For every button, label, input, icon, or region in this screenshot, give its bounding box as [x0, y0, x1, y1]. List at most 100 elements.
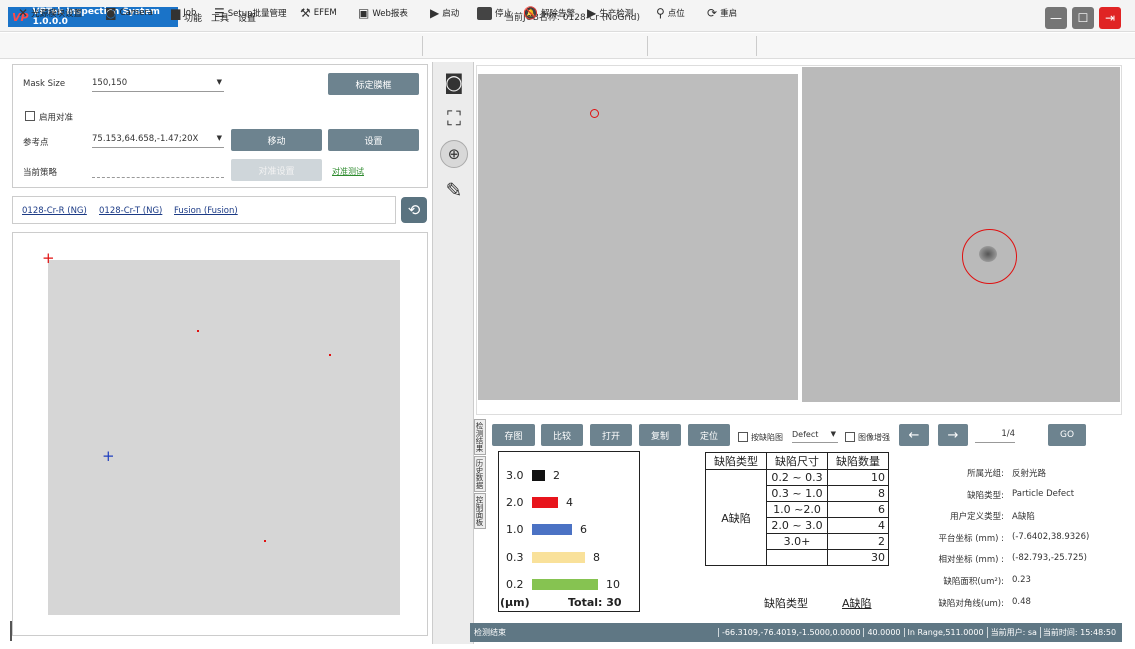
production-inspection-button[interactable]: ▶ 生产检测: [587, 4, 633, 22]
legend-count: 2: [553, 469, 560, 482]
copy-button[interactable]: 复制: [639, 424, 681, 446]
count-cell: 2: [827, 533, 889, 550]
toolbar-label: 停止: [495, 9, 513, 19]
page-input[interactable]: 1/4: [975, 429, 1015, 443]
chevron-down-icon: ▼: [216, 78, 222, 86]
arrow-right-icon: →: [947, 427, 959, 443]
toolbar-label: 启动: [442, 9, 460, 19]
web-icon: ▣: [358, 6, 370, 20]
clear-alarm-button[interactable]: 🔕 解除告警: [523, 4, 575, 22]
defect-dot[interactable]: [329, 354, 331, 356]
defect-select[interactable]: Defect ▼: [792, 430, 838, 443]
size-cell: 1.0 ~2.0: [766, 501, 828, 518]
job-link-t[interactable]: 0128-Cr-T (NG): [99, 206, 162, 216]
job-link-r[interactable]: 0128-Cr-R (NG): [22, 206, 87, 216]
move-button[interactable]: 移动: [231, 129, 322, 151]
align-test-link[interactable]: 对准测试: [332, 166, 364, 177]
legend-size: 3.0: [506, 469, 524, 482]
table-header: 缺陷数量: [827, 452, 889, 470]
toolbar-divider: [756, 36, 757, 56]
restart-icon: ⟳: [707, 6, 718, 20]
alarm-off-icon: 🔕: [523, 6, 538, 20]
panel-edge: [10, 621, 12, 641]
strategy-field[interactable]: [92, 164, 224, 178]
maximize-icon: ☐: [1077, 11, 1089, 25]
restart-button[interactable]: ⟳ 重启: [707, 4, 737, 22]
toolbar-label: 生产检测: [599, 9, 634, 19]
count-cell: 6: [827, 501, 889, 518]
reference-image[interactable]: [478, 74, 798, 400]
mask-size-value: 150,150: [92, 78, 128, 88]
status-bar: 检测结束 -66.3109,-76.4019,-1.5000,0.0000 40…: [470, 623, 1122, 642]
status-user: 当前用户: sa: [986, 627, 1040, 638]
locate-icon: ⚲: [656, 6, 665, 20]
legend-size: 0.3: [506, 551, 524, 564]
save-image-button[interactable]: 存图: [492, 424, 535, 446]
info-key: 缺陷面积(um²):: [943, 577, 1004, 587]
exit-button[interactable]: ⇥: [1099, 7, 1121, 29]
stop-icon: [477, 6, 492, 20]
defect-type-caption-label: 缺陷类型: [764, 597, 808, 610]
web-report-button[interactable]: ▣ Web报表: [358, 4, 408, 22]
tab-inspection-result[interactable]: 检测结果: [474, 419, 486, 455]
ref-point-label: 参考点: [23, 138, 49, 148]
legend-size: 2.0: [506, 496, 524, 509]
locate-point-button[interactable]: ⚲ 点位: [656, 4, 685, 22]
minimize-button[interactable]: —: [1045, 7, 1067, 29]
size-cell: [766, 549, 828, 566]
defect-image[interactable]: [802, 67, 1120, 402]
magnifier-icon: ⊕: [447, 145, 461, 163]
legend-count: 6: [580, 523, 587, 536]
legend-bar: [532, 497, 558, 508]
locate-button[interactable]: 定位: [688, 424, 730, 446]
measure-tool-button[interactable]: ✎: [440, 176, 468, 204]
enable-align-checkbox[interactable]: [25, 111, 35, 121]
enhance-checkbox[interactable]: [845, 432, 855, 442]
legend-row: 0.3 8: [506, 551, 600, 564]
refresh-button[interactable]: ⟲: [401, 197, 427, 223]
defect-dot[interactable]: [264, 540, 266, 542]
ref-point-select[interactable]: 75.153,64.658,-1.47;20X ▼: [92, 134, 224, 148]
prev-button[interactable]: ←: [899, 424, 929, 446]
fit-image-button[interactable]: ⛶: [440, 104, 468, 132]
calibrate-frame-button[interactable]: 标定膜框: [328, 73, 419, 95]
legend-bar: [532, 579, 598, 590]
info-row: 缺陷对角线(um): 0.48: [900, 597, 1031, 609]
strategy-label: 当前策略: [23, 168, 58, 178]
info-key: 平台坐标 (mm) :: [938, 534, 1004, 544]
stop-button[interactable]: 停止: [477, 4, 512, 22]
set-button[interactable]: 设置: [328, 129, 419, 151]
briefcase-icon: ▆: [171, 6, 181, 20]
start-button[interactable]: ▶ 启动: [430, 4, 459, 22]
camera-button[interactable]: ◙ Camera: [105, 4, 153, 22]
status-message: 检测结束: [474, 628, 506, 637]
mask-size-select[interactable]: 150,150 ▼: [92, 78, 224, 92]
open-button[interactable]: 打开: [590, 424, 632, 446]
enhance-label: 图像增强: [858, 433, 890, 442]
legend-row: 3.0 2: [506, 469, 560, 482]
go-button[interactable]: GO: [1048, 424, 1086, 446]
defect-spot: [979, 246, 997, 262]
snapshot-button[interactable]: ◙: [440, 68, 468, 96]
efem-button[interactable]: ⚒ EFEM: [300, 4, 337, 22]
legend-bar: [532, 470, 545, 481]
compare-button[interactable]: 比较: [541, 424, 583, 446]
next-button[interactable]: →: [938, 424, 968, 446]
maximize-button[interactable]: ☐: [1072, 7, 1094, 29]
tab-control-panel[interactable]: 控制面板: [474, 493, 486, 529]
defect-dot[interactable]: [197, 330, 199, 332]
job-button[interactable]: ▆ Job: [171, 4, 196, 22]
light-source-button[interactable]: ✕ 光源模块设置: [18, 4, 82, 22]
setup-batch-button[interactable]: ☰ Setup批量管理: [214, 4, 287, 22]
toolbar-label: Setup批量管理: [227, 9, 287, 19]
tab-history-data[interactable]: 历史数据: [474, 456, 486, 492]
info-row: 相对坐标 (mm) : (-82.793,-25.725): [900, 553, 1087, 565]
toolbar-label: Camera: [119, 8, 154, 18]
wafer-map[interactable]: [48, 260, 400, 615]
legend-bar: [532, 552, 585, 563]
magnifier-button[interactable]: ⊕: [440, 140, 468, 168]
align-settings-button[interactable]: 对准设置: [231, 159, 322, 181]
job-link-fusion[interactable]: Fusion (Fusion): [174, 206, 238, 216]
by-defect-checkbox[interactable]: [738, 432, 748, 442]
legend-count: 10: [606, 578, 620, 591]
